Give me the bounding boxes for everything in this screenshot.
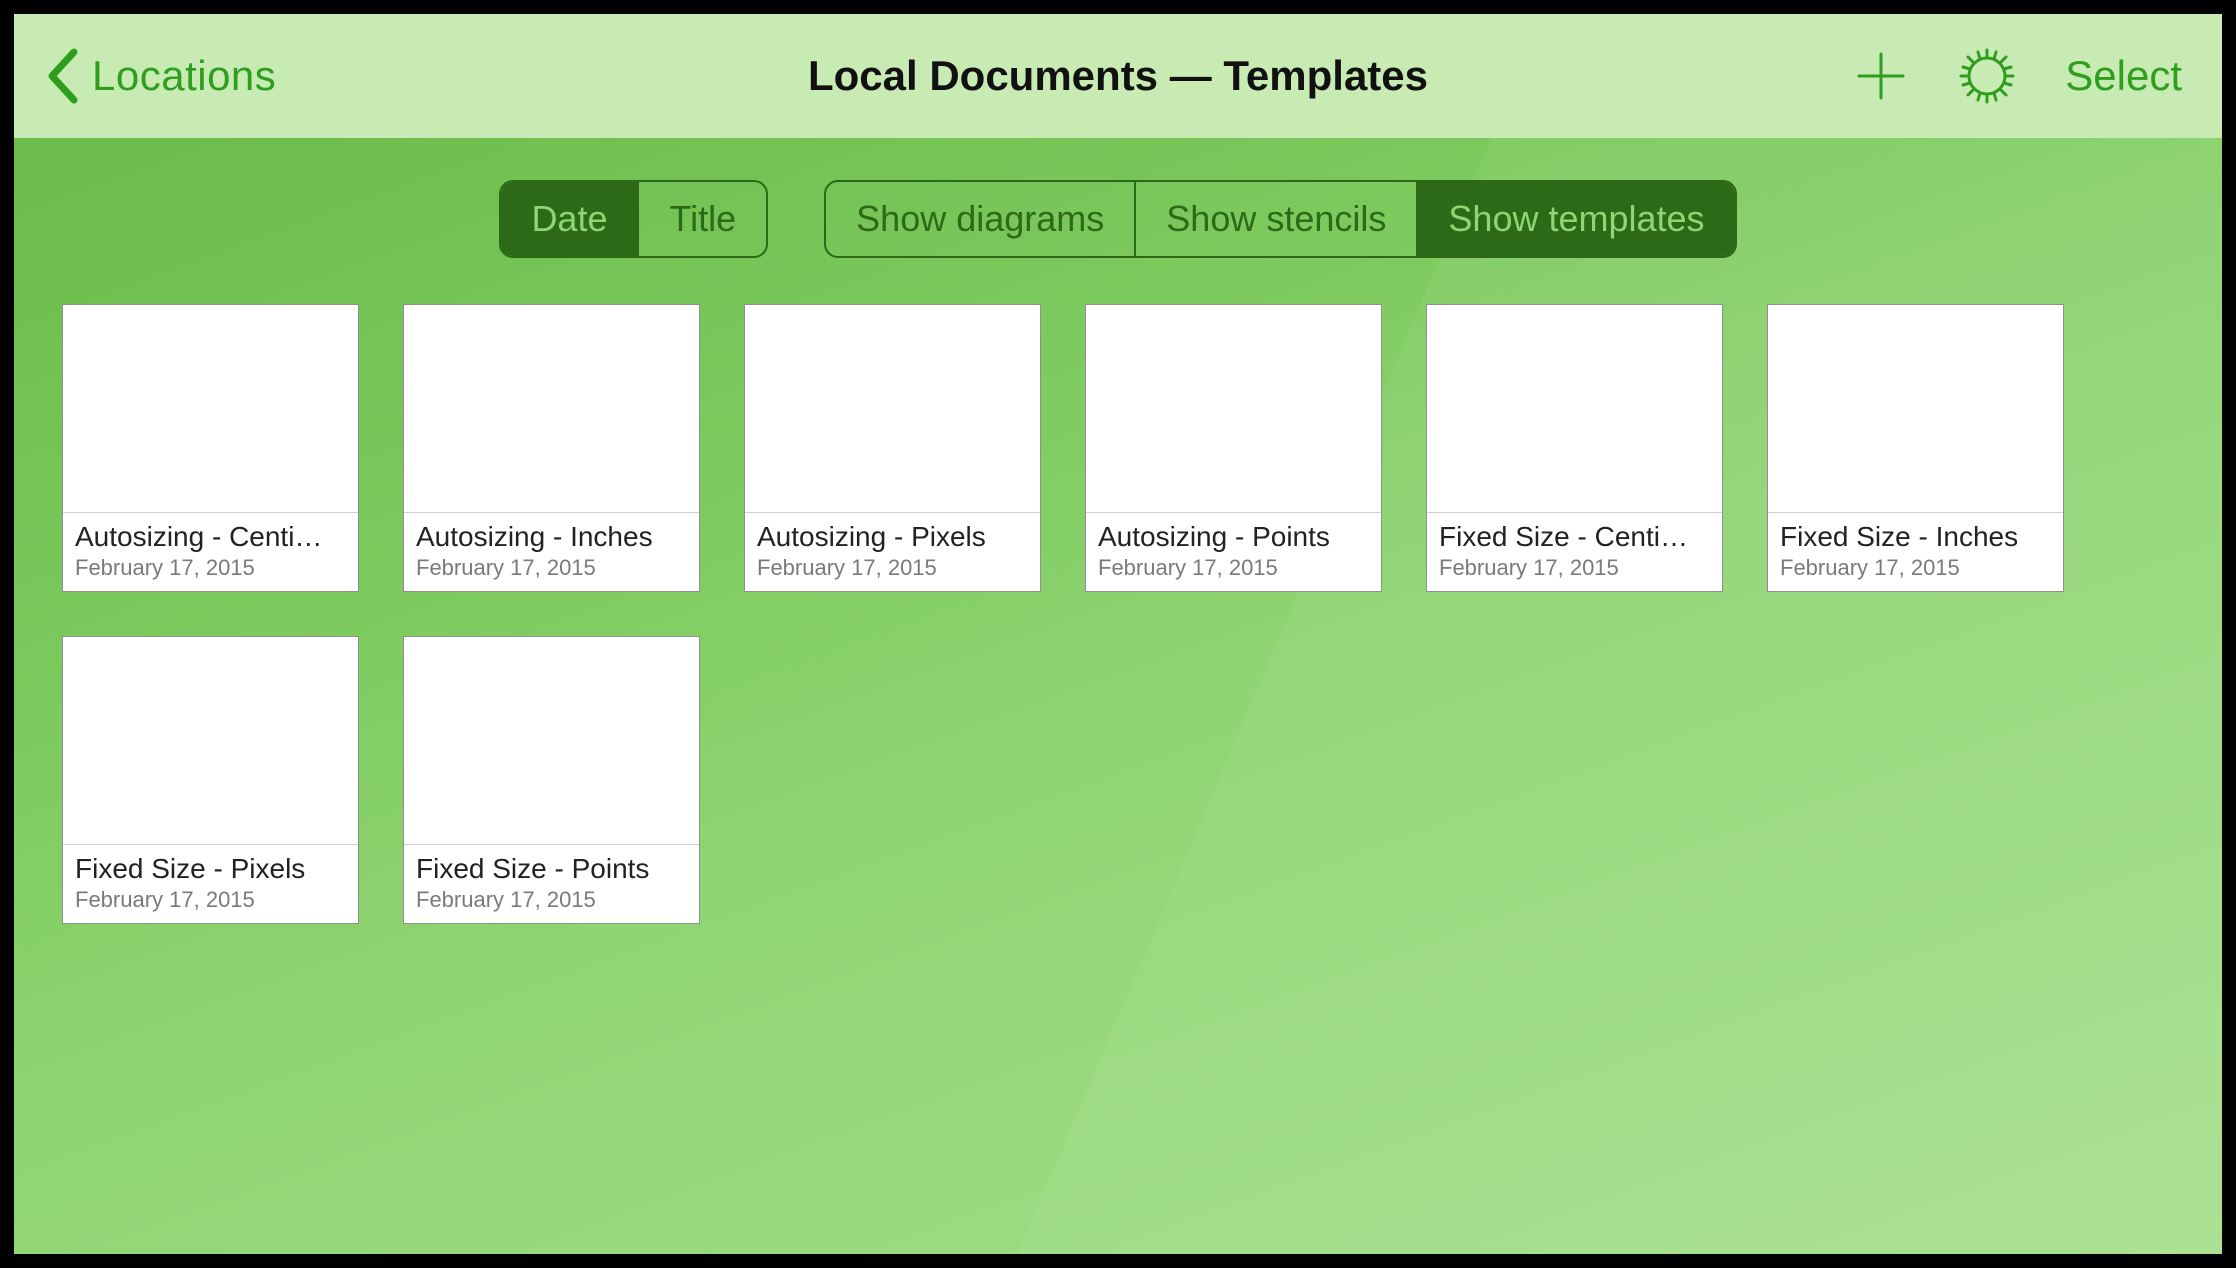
settings-button[interactable] bbox=[1957, 46, 2017, 106]
type-filter-segment: Show diagrams Show stencils Show templat… bbox=[824, 180, 1736, 258]
document-thumbnail bbox=[1768, 305, 2063, 513]
document-thumbnail bbox=[1086, 305, 1381, 513]
document-meta: Fixed Size - Points February 17, 2015 bbox=[404, 845, 699, 923]
document-meta: Autosizing - Pixels February 17, 2015 bbox=[745, 513, 1040, 591]
document-date: February 17, 2015 bbox=[75, 887, 346, 913]
document-card[interactable]: Fixed Size - Inches February 17, 2015 bbox=[1767, 304, 2064, 592]
document-date: February 17, 2015 bbox=[1780, 555, 2051, 581]
document-card[interactable]: Autosizing - Points February 17, 2015 bbox=[1085, 304, 1382, 592]
sort-title-button[interactable]: Title bbox=[637, 182, 766, 256]
document-title: Autosizing - Points bbox=[1098, 521, 1369, 553]
document-title: Fixed Size - Pixels bbox=[75, 853, 346, 885]
document-card[interactable]: Fixed Size - Points February 17, 2015 bbox=[403, 636, 700, 924]
document-date: February 17, 2015 bbox=[757, 555, 1028, 581]
filter-diagrams-button[interactable]: Show diagrams bbox=[826, 182, 1134, 256]
document-title: Autosizing - Pixels bbox=[757, 521, 1028, 553]
document-thumbnail bbox=[63, 637, 358, 845]
back-button[interactable]: Locations bbox=[42, 46, 276, 106]
filter-templates-button[interactable]: Show templates bbox=[1416, 182, 1734, 256]
document-card[interactable]: Fixed Size - Pixels February 17, 2015 bbox=[62, 636, 359, 924]
sort-date-button[interactable]: Date bbox=[501, 182, 637, 256]
document-title: Fixed Size - Inches bbox=[1780, 521, 2051, 553]
document-thumbnail bbox=[1427, 305, 1722, 513]
document-title: Autosizing - Centi… bbox=[75, 521, 346, 553]
nav-actions: Select bbox=[1853, 46, 2182, 106]
navbar: Locations Local Documents — Templates bbox=[14, 14, 2222, 138]
document-date: February 17, 2015 bbox=[416, 555, 687, 581]
document-title: Fixed Size - Centi… bbox=[1439, 521, 1710, 553]
document-grid: Autosizing - Centi… February 17, 2015 Au… bbox=[14, 304, 2222, 924]
plus-icon bbox=[1853, 48, 1909, 104]
document-date: February 17, 2015 bbox=[416, 887, 687, 913]
document-thumbnail bbox=[404, 305, 699, 513]
document-title: Autosizing - Inches bbox=[416, 521, 687, 553]
filter-stencils-button[interactable]: Show stencils bbox=[1134, 182, 1416, 256]
document-meta: Autosizing - Inches February 17, 2015 bbox=[404, 513, 699, 591]
document-meta: Fixed Size - Inches February 17, 2015 bbox=[1768, 513, 2063, 591]
page-title: Local Documents — Templates bbox=[808, 52, 1428, 100]
document-thumbnail bbox=[745, 305, 1040, 513]
back-label: Locations bbox=[92, 52, 276, 100]
document-card[interactable]: Autosizing - Pixels February 17, 2015 bbox=[744, 304, 1041, 592]
sort-segment: Date Title bbox=[499, 180, 768, 258]
document-thumbnail bbox=[404, 637, 699, 845]
document-meta: Fixed Size - Pixels February 17, 2015 bbox=[63, 845, 358, 923]
chevron-left-icon bbox=[42, 46, 86, 106]
document-date: February 17, 2015 bbox=[1439, 555, 1710, 581]
select-button[interactable]: Select bbox=[2065, 52, 2182, 100]
document-card[interactable]: Autosizing - Inches February 17, 2015 bbox=[403, 304, 700, 592]
document-card[interactable]: Autosizing - Centi… February 17, 2015 bbox=[62, 304, 359, 592]
document-meta: Autosizing - Points February 17, 2015 bbox=[1086, 513, 1381, 591]
filter-toolbar: Date Title Show diagrams Show stencils S… bbox=[14, 138, 2222, 304]
document-thumbnail bbox=[63, 305, 358, 513]
add-button[interactable] bbox=[1853, 48, 1909, 104]
gear-icon bbox=[1957, 46, 2017, 106]
document-card[interactable]: Fixed Size - Centi… February 17, 2015 bbox=[1426, 304, 1723, 592]
document-date: February 17, 2015 bbox=[1098, 555, 1369, 581]
document-meta: Autosizing - Centi… February 17, 2015 bbox=[63, 513, 358, 591]
document-date: February 17, 2015 bbox=[75, 555, 346, 581]
document-title: Fixed Size - Points bbox=[416, 853, 687, 885]
document-meta: Fixed Size - Centi… February 17, 2015 bbox=[1427, 513, 1722, 591]
